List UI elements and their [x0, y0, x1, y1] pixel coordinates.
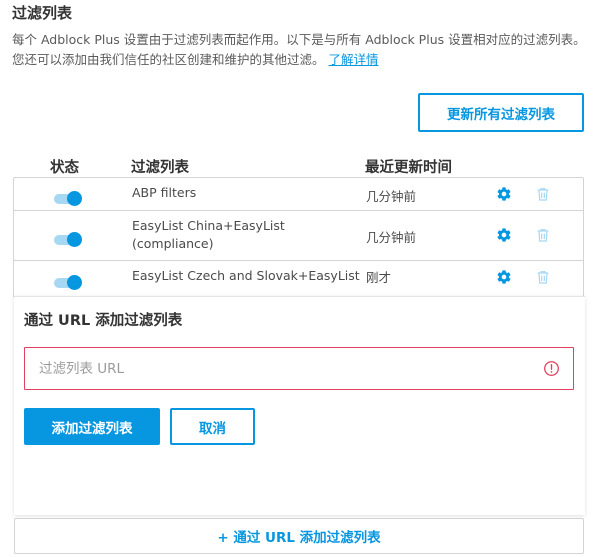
add-url-dialog: 通过 URL 添加过滤列表 添加过滤列表 取消 [14, 296, 585, 515]
cancel-button[interactable]: 取消 [170, 408, 255, 445]
description-text: 每个 Adblock Plus 设置由于过滤列表而起作用。以下是与所有 Adbl… [12, 32, 586, 67]
gear-icon[interactable] [496, 269, 512, 285]
toggle-knob [67, 275, 82, 290]
filter-updated: 几分钟前 [366, 230, 417, 245]
status-toggle[interactable] [54, 232, 82, 247]
filter-name: EasyList Czech and Slovak+EasyList [132, 268, 360, 283]
gear-icon[interactable] [496, 227, 512, 243]
header-last-updated: 最近更新时间 [365, 160, 452, 176]
toggle-knob [67, 232, 82, 247]
header-status: 状态 [50, 160, 79, 176]
alert-circle-icon [544, 361, 559, 376]
trash-icon[interactable] [535, 269, 551, 285]
section-description: 每个 Adblock Plus 设置由于过滤列表而起作用。以下是与所有 Adbl… [12, 30, 587, 70]
filter-updated: 几分钟前 [366, 189, 417, 204]
add-filter-list-button[interactable]: 添加过滤列表 [24, 408, 160, 445]
filter-name: ABP filters [132, 185, 197, 200]
header-filter-list: 过滤列表 [131, 160, 189, 176]
status-toggle[interactable] [54, 275, 82, 290]
learn-more-link[interactable]: 了解详情 [329, 52, 379, 67]
filter-name: EasyList China+EasyList (compliance) [132, 218, 285, 251]
add-filter-by-url-button[interactable]: + 通过 URL 添加过滤列表 [14, 518, 584, 554]
table-row: ABP filters 几分钟前 [14, 178, 583, 211]
table-row: EasyList China+EasyList (compliance) 几分钟… [14, 211, 583, 261]
update-all-button[interactable]: 更新所有过滤列表 [418, 93, 584, 132]
filter-url-input[interactable] [24, 347, 574, 390]
toggle-knob [67, 191, 82, 206]
filter-updated: 刚才 [366, 270, 392, 285]
dialog-title: 通过 URL 添加过滤列表 [24, 313, 183, 329]
trash-icon[interactable] [535, 186, 551, 202]
trash-icon[interactable] [535, 227, 551, 243]
status-toggle[interactable] [54, 191, 82, 206]
gear-icon[interactable] [496, 186, 512, 202]
section-title: 过滤列表 [12, 4, 73, 22]
table-row: EasyList Czech and Slovak+EasyList 刚才 [14, 261, 583, 297]
filter-list-table: ABP filters 几分钟前 EasyList China+EasyList… [13, 177, 584, 298]
